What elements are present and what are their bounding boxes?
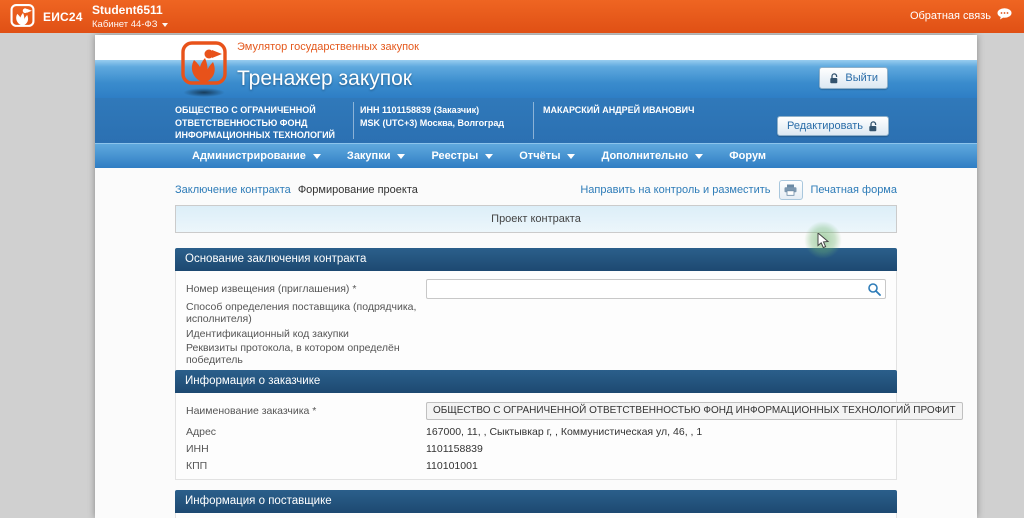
- field-label: КПП: [186, 460, 426, 472]
- chevron-down-icon: [313, 154, 321, 159]
- main-nav: Администрирование Закупки Реестры Отчёты…: [95, 143, 977, 168]
- chevron-down-icon: [485, 154, 493, 159]
- print-form-link[interactable]: Печатная форма: [811, 184, 897, 196]
- divider: [353, 102, 354, 139]
- divider: [533, 102, 534, 139]
- customer-name-input[interactable]: ОБЩЕСТВО С ОГРАНИЧЕННОЙ ОТВЕТСТВЕННОСТЬЮ…: [426, 402, 963, 420]
- person-name: МАКАРСКИЙ АНДРЕЙ ИВАНОВИЧ: [543, 104, 803, 117]
- field-label: Способ определения поставщика (подрядчик…: [186, 301, 426, 325]
- logo-shadow: [183, 88, 225, 97]
- field-value: 110101001: [426, 460, 886, 472]
- org-details: ИНН 1101158839 (Заказчик) MSK (UTC+3) Мо…: [360, 104, 528, 129]
- field-row: Способ определения поставщика (подрядчик…: [186, 301, 886, 325]
- field-label: Реквизиты протокола, в котором определён…: [186, 342, 426, 366]
- brand-name: ЕИС24: [43, 10, 83, 24]
- user-menu[interactable]: Student6511 Кабинет 44-ФЗ: [92, 3, 168, 30]
- org-info-bar: ОБЩЕСТВО С ОГРАНИЧЕННОЙ ОТВЕТСТВЕННОСТЬЮ…: [95, 98, 977, 143]
- breadcrumb-current: Формирование проекта: [298, 184, 418, 196]
- tab-project-contract[interactable]: Проект контракта: [175, 205, 897, 233]
- section-title: Информация о заказчике: [175, 370, 897, 393]
- nav-label: Отчёты: [519, 150, 560, 162]
- field-row: КПП 110101001: [186, 457, 886, 474]
- chevron-down-icon: [162, 23, 168, 27]
- chat-bubble-icon: [997, 8, 1012, 23]
- top-bar: ЕИС24 Student6511 Кабинет 44-ФЗ Обратная…: [0, 0, 1024, 33]
- nav-item-purchases[interactable]: Закупки: [347, 150, 406, 162]
- org-inn: ИНН 1101158839 (Заказчик): [360, 104, 528, 117]
- nav-item-forum[interactable]: Форум: [729, 150, 766, 162]
- section-title: Информация о поставщике: [175, 490, 897, 513]
- application-window: ЕИС24 Student6511 Кабинет 44-ФЗ Обратная…: [0, 0, 1024, 518]
- field-row: Адрес 167000, 11, , Сыктывкар г, , Комму…: [186, 423, 886, 440]
- notice-number-input[interactable]: [426, 279, 886, 299]
- print-button[interactable]: [779, 180, 803, 200]
- breadcrumb-link-contract[interactable]: Заключение контракта: [175, 184, 291, 196]
- section-supplier-info: Информация о поставщике: [175, 490, 897, 518]
- breadcrumb: Заключение контракта Формирование проект…: [175, 184, 418, 196]
- unlock-icon: [868, 121, 879, 132]
- unlock-icon: [829, 73, 840, 84]
- nav-label: Закупки: [347, 150, 391, 162]
- logout-label: Выйти: [845, 72, 878, 84]
- page-actions: Направить на контроль и разместить Печат…: [580, 180, 897, 200]
- section-contract-basis: Основание заключения контракта Номер изв…: [175, 248, 897, 372]
- printer-icon: [784, 184, 797, 196]
- tab-label: Проект контракта: [491, 213, 581, 225]
- nav-item-administration[interactable]: Администрирование: [192, 150, 321, 162]
- feedback-label: Обратная связь: [910, 10, 991, 22]
- submit-control-link[interactable]: Направить на контроль и разместить: [580, 184, 770, 196]
- notice-number-field: [426, 279, 886, 299]
- edit-button[interactable]: Редактировать: [777, 116, 889, 136]
- content-area: Заключение контракта Формирование проект…: [95, 168, 977, 518]
- eis-logo-icon: [10, 4, 35, 29]
- field-row: ИНН 1101158839: [186, 440, 886, 457]
- nav-label: Администрирование: [192, 150, 306, 162]
- field-row: Номер извещения (приглашения) *: [186, 277, 886, 301]
- chevron-down-icon: [695, 154, 703, 159]
- section-title: Основание заключения контракта: [175, 248, 897, 271]
- chevron-down-icon: [397, 154, 405, 159]
- org-timezone: MSK (UTC+3) Москва, Волгоград: [360, 117, 528, 130]
- cabinet-label: Кабинет 44-ФЗ: [92, 19, 157, 30]
- brand-home-link[interactable]: ЕИС24: [10, 4, 83, 29]
- nav-item-additional[interactable]: Дополнительно: [601, 150, 703, 162]
- nav-item-registries[interactable]: Реестры: [431, 150, 493, 162]
- field-label: Номер извещения (приглашения) *: [186, 283, 426, 295]
- field-label: Идентификационный код закупки: [186, 328, 426, 340]
- edit-label: Редактировать: [787, 120, 863, 132]
- emulator-title: Эмулятор государственных закупок: [237, 41, 419, 53]
- field-label: Адрес: [186, 426, 426, 438]
- main-panel: Эмулятор государственных закупок Тренаже…: [95, 35, 977, 518]
- chevron-down-icon: [567, 154, 575, 159]
- field-value: 167000, 11, , Сыктывкар г, , Коммунистич…: [426, 426, 886, 438]
- username-label: Student6511: [92, 3, 168, 17]
- feedback-link[interactable]: Обратная связь: [910, 8, 1012, 23]
- search-icon[interactable]: [867, 282, 881, 296]
- logout-button[interactable]: Выйти: [819, 67, 888, 89]
- app-title: Тренажер закупок: [237, 60, 412, 98]
- field-label: Наименование заказчика *: [186, 405, 426, 417]
- field-row: Реквизиты протокола, в котором определён…: [186, 342, 886, 366]
- field-value: 1101158839: [426, 443, 886, 455]
- app-logo-icon: [180, 41, 228, 89]
- field-row: Идентификационный код закупки: [186, 325, 886, 342]
- nav-label: Форум: [729, 150, 766, 162]
- section-customer-info: Информация о заказчике Наименование зака…: [175, 370, 897, 480]
- nav-label: Дополнительно: [601, 150, 688, 162]
- nav-item-reports[interactable]: Отчёты: [519, 150, 575, 162]
- field-row: Наименование заказчика * ОБЩЕСТВО С ОГРА…: [186, 399, 886, 423]
- field-label: ИНН: [186, 443, 426, 455]
- nav-label: Реестры: [431, 150, 478, 162]
